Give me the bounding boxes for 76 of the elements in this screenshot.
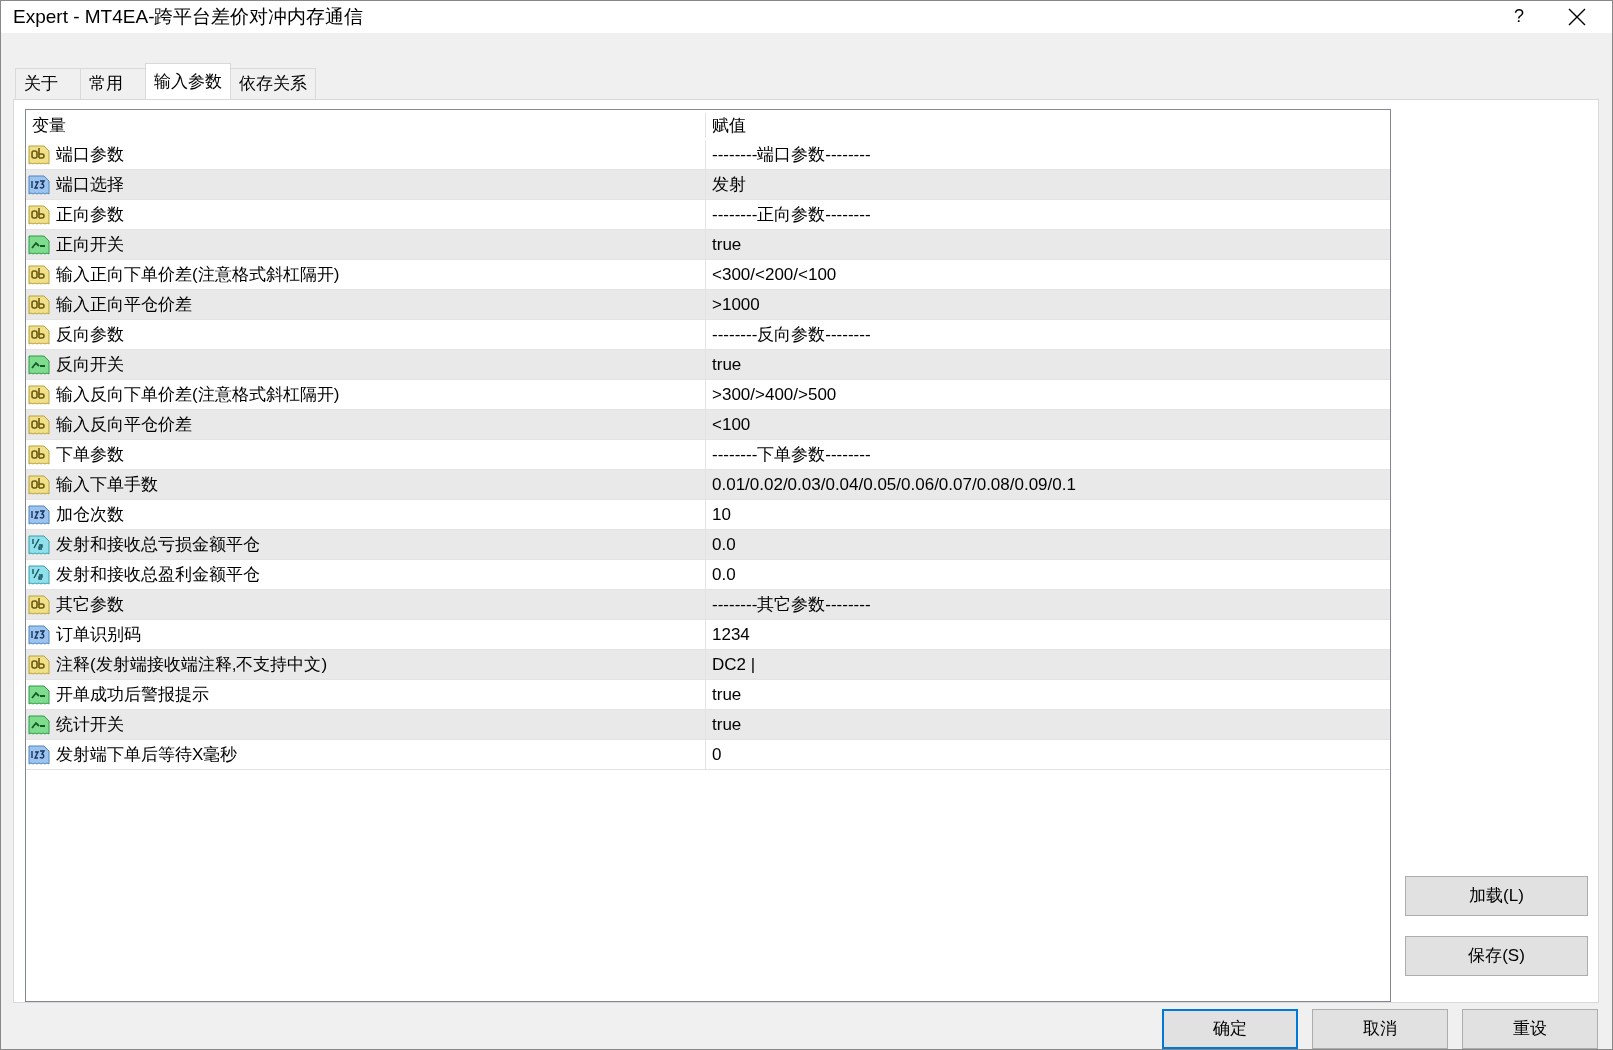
dialog-button[interactable]: 确定	[1162, 1009, 1298, 1049]
variable-value[interactable]: --------反向参数--------	[706, 321, 871, 348]
variable-name: 开单成功后警报提示	[56, 683, 209, 706]
tab[interactable]: 关于	[15, 68, 81, 99]
string-type-icon	[28, 143, 50, 166]
column-header[interactable]: 变量	[26, 112, 706, 138]
string-type-icon	[28, 263, 50, 286]
integer-type-icon	[28, 503, 50, 526]
help-button[interactable]: ?	[1484, 2, 1554, 32]
variable-value[interactable]: >300/>400/>500	[706, 381, 837, 408]
variable-name: 其它参数	[56, 593, 124, 616]
side-button[interactable]: 加载(L)	[1405, 876, 1588, 916]
variable-value[interactable]: --------下单参数--------	[706, 441, 871, 468]
string-type-icon	[28, 443, 50, 466]
string-type-icon	[28, 293, 50, 316]
string-type-icon	[28, 383, 50, 406]
string-type-icon	[28, 473, 50, 496]
variable-name: 输入正向下单价差(注意格式斜杠隔开)	[56, 263, 340, 286]
variable-value[interactable]: true	[706, 231, 742, 258]
integer-type-icon	[28, 173, 50, 196]
boolean-type-icon	[28, 683, 50, 706]
variable-value[interactable]: true	[706, 351, 742, 378]
variable-value[interactable]: >1000	[706, 291, 760, 318]
integer-type-icon	[28, 623, 50, 646]
variable-name: 加仓次数	[56, 503, 124, 526]
variable-name: 正向参数	[56, 203, 124, 226]
window-title: Expert - MT4EA-跨平台差价对冲内存通信	[13, 4, 365, 29]
variable-name: 注释(发射端接收端注释,不支持中文)	[56, 653, 328, 676]
side-button[interactable]: 保存(S)	[1405, 936, 1588, 976]
string-type-icon	[28, 413, 50, 436]
variable-name: 输入反向下单价差(注意格式斜杠隔开)	[56, 383, 340, 406]
column-header[interactable]: 赋值	[706, 112, 746, 138]
variable-value[interactable]: 10	[706, 501, 731, 528]
variable-value[interactable]: DC2 |	[706, 651, 756, 678]
variable-name: 正向开关	[56, 233, 124, 256]
variable-value[interactable]: true	[706, 711, 742, 738]
boolean-type-icon	[28, 233, 50, 256]
variable-name: 输入反向平仓价差	[56, 413, 192, 436]
string-type-icon	[28, 593, 50, 616]
variable-name: 发射和接收总盈利金额平仓	[56, 563, 260, 586]
tab[interactable]: 输入参数	[145, 63, 231, 99]
variable-name: 统计开关	[56, 713, 124, 736]
dialog-button[interactable]: 取消	[1312, 1009, 1448, 1049]
variable-name: 端口选择	[56, 173, 124, 196]
variable-value[interactable]: 0.01/0.02/0.03/0.04/0.05/0.06/0.07/0.08/0.09/0.1	[706, 471, 1076, 498]
variable-value[interactable]: 0.0	[706, 561, 736, 588]
variable-value[interactable]: --------其它参数--------	[706, 591, 871, 618]
variable-name: 发射和接收总亏损金额平仓	[56, 533, 260, 556]
variable-name: 反向开关	[56, 353, 124, 376]
variable-name: 发射端下单后等待X毫秒	[56, 743, 238, 766]
variable-name: 端口参数	[56, 143, 124, 166]
variable-value[interactable]: --------正向参数--------	[706, 201, 871, 228]
variable-name: 订单识别码	[56, 623, 141, 646]
variable-name: 输入正向平仓价差	[56, 293, 192, 316]
string-type-icon	[28, 653, 50, 676]
variable-value[interactable]: true	[706, 681, 742, 708]
boolean-type-icon	[28, 713, 50, 736]
variable-value[interactable]: <100	[706, 411, 751, 438]
variable-value[interactable]: 发射	[706, 171, 746, 198]
variable-value[interactable]: <300/<200/<100	[706, 261, 837, 288]
string-type-icon	[28, 323, 50, 346]
integer-type-icon	[28, 743, 50, 766]
double-type-icon	[28, 533, 50, 556]
double-type-icon	[28, 563, 50, 586]
variable-value[interactable]: 0	[706, 741, 722, 768]
variable-value[interactable]: 1234	[706, 621, 750, 648]
variable-name: 反向参数	[56, 323, 124, 346]
close-icon[interactable]	[1568, 7, 1586, 26]
variable-name: 输入下单手数	[56, 473, 158, 496]
tab[interactable]: 依存关系	[230, 68, 316, 99]
variable-name: 下单参数	[56, 443, 124, 466]
boolean-type-icon	[28, 353, 50, 376]
string-type-icon	[28, 203, 50, 226]
dialog-button[interactable]: 重设	[1462, 1009, 1598, 1049]
variable-value[interactable]: --------端口参数--------	[706, 141, 871, 168]
variable-value[interactable]: 0.0	[706, 531, 736, 558]
